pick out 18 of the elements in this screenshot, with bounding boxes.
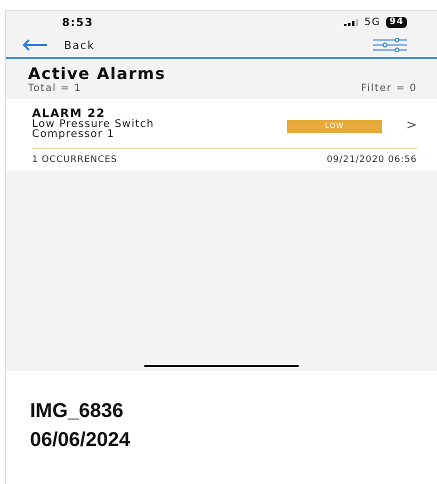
signal-icon bbox=[344, 18, 358, 26]
back-button[interactable]: Back bbox=[22, 38, 95, 52]
battery-icon: 94 bbox=[386, 16, 407, 28]
total-count: Total = 1 bbox=[28, 83, 82, 95]
occurrence-count: 1 OCCURRENCES bbox=[32, 155, 118, 165]
filter-count: Filter = 0 bbox=[361, 83, 417, 95]
alarm-name: ALARM 22 bbox=[32, 107, 106, 119]
page-title: Active Alarms bbox=[28, 65, 167, 83]
alarm-timestamp: 09/21/2020 06:56 bbox=[326, 155, 417, 165]
filter-sliders-icon[interactable] bbox=[373, 38, 407, 52]
alarm-description: Compressor 1 bbox=[32, 129, 116, 139]
image-filename: IMG_6836 bbox=[30, 399, 124, 424]
back-arrow-icon[interactable] bbox=[22, 39, 48, 51]
chevron-icon[interactable]: > bbox=[406, 118, 417, 133]
status-time: 8:53 bbox=[62, 16, 94, 28]
alarm-description: Low Pressure Switch bbox=[32, 119, 156, 129]
network-label: 5G bbox=[364, 16, 380, 28]
image-date: 06/06/2024 bbox=[30, 428, 132, 453]
